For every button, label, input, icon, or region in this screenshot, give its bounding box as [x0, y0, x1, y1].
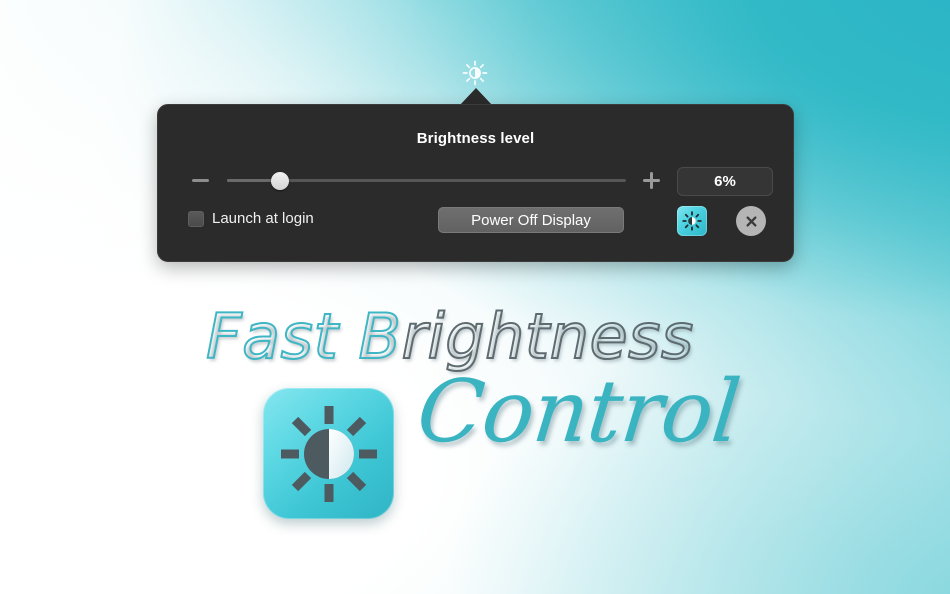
- brightness-popover-panel: Brightness level 6% Launch at login Powe…: [157, 104, 794, 262]
- launch-at-login-control[interactable]: Launch at login: [188, 210, 314, 227]
- brand-line1-spacer: [338, 300, 358, 373]
- popover-title: Brightness level: [416, 130, 535, 147]
- brand-line1-word1-initial: Fast: [205, 299, 339, 374]
- brand-title-line-2: Control: [412, 362, 745, 462]
- plus-icon[interactable]: [643, 172, 660, 189]
- launch-at-login-label: Launch at login: [212, 210, 314, 227]
- app-screenshot: Brightness level 6% Launch at login Powe…: [0, 0, 950, 594]
- brightness-value-display[interactable]: 6%: [677, 167, 773, 196]
- minus-icon[interactable]: [192, 179, 209, 182]
- brightness-slider-row: 6%: [158, 162, 793, 200]
- menubar-brightness-icon[interactable]: [460, 58, 490, 88]
- power-off-display-button[interactable]: Power Off Display: [438, 207, 624, 233]
- brightness-sun-icon: [682, 211, 702, 231]
- close-popover-button[interactable]: [736, 206, 766, 236]
- brightness-sun-app-icon: [280, 405, 377, 502]
- brightness-slider[interactable]: [227, 172, 626, 190]
- launch-at-login-checkbox[interactable]: [188, 210, 204, 227]
- close-x-icon: [745, 215, 757, 227]
- popover-bottom-row: Launch at login Power Off Display: [158, 205, 793, 247]
- brand-line1-word2-initial: B: [357, 299, 402, 374]
- brightness-toggle-button[interactable]: [677, 206, 707, 236]
- app-icon: [263, 388, 394, 519]
- slider-knob[interactable]: [270, 172, 289, 190]
